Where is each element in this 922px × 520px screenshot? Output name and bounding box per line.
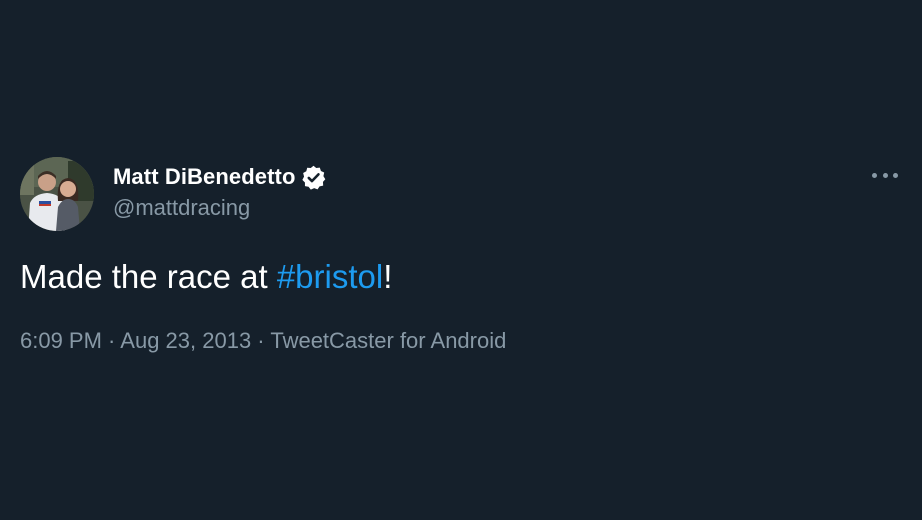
- tweet-date[interactable]: Aug 23, 2013: [120, 328, 251, 353]
- avatar-photo: [20, 157, 94, 231]
- avatar[interactable]: [20, 157, 94, 231]
- meta-separator: ·: [251, 328, 271, 353]
- handle[interactable]: @mattdracing: [113, 195, 250, 221]
- verified-badge-icon: [300, 164, 327, 191]
- tweet-source[interactable]: TweetCaster for Android: [270, 328, 506, 353]
- more-options-icon[interactable]: [868, 164, 902, 186]
- hashtag-link[interactable]: #bristol: [277, 258, 383, 295]
- meta-separator: ·: [101, 328, 121, 353]
- display-name[interactable]: Matt DiBenedetto: [113, 164, 296, 190]
- more-dot: [893, 172, 898, 178]
- tweet-meta: 6:09 PM · Aug 23, 2013 · TweetCaster for…: [20, 328, 506, 354]
- tweet-time[interactable]: 6:09 PM: [20, 328, 102, 353]
- tweet-text: Made the race at #bristol!: [20, 258, 392, 296]
- tweet-text-after: !: [383, 258, 393, 295]
- tweet-text-before: Made the race at: [20, 258, 277, 295]
- more-dot: [872, 172, 877, 178]
- tweet-card: Matt DiBenedetto @mattdracing Made the r…: [0, 0, 922, 520]
- author-name-row: Matt DiBenedetto: [113, 163, 327, 191]
- more-dot: [882, 172, 888, 178]
